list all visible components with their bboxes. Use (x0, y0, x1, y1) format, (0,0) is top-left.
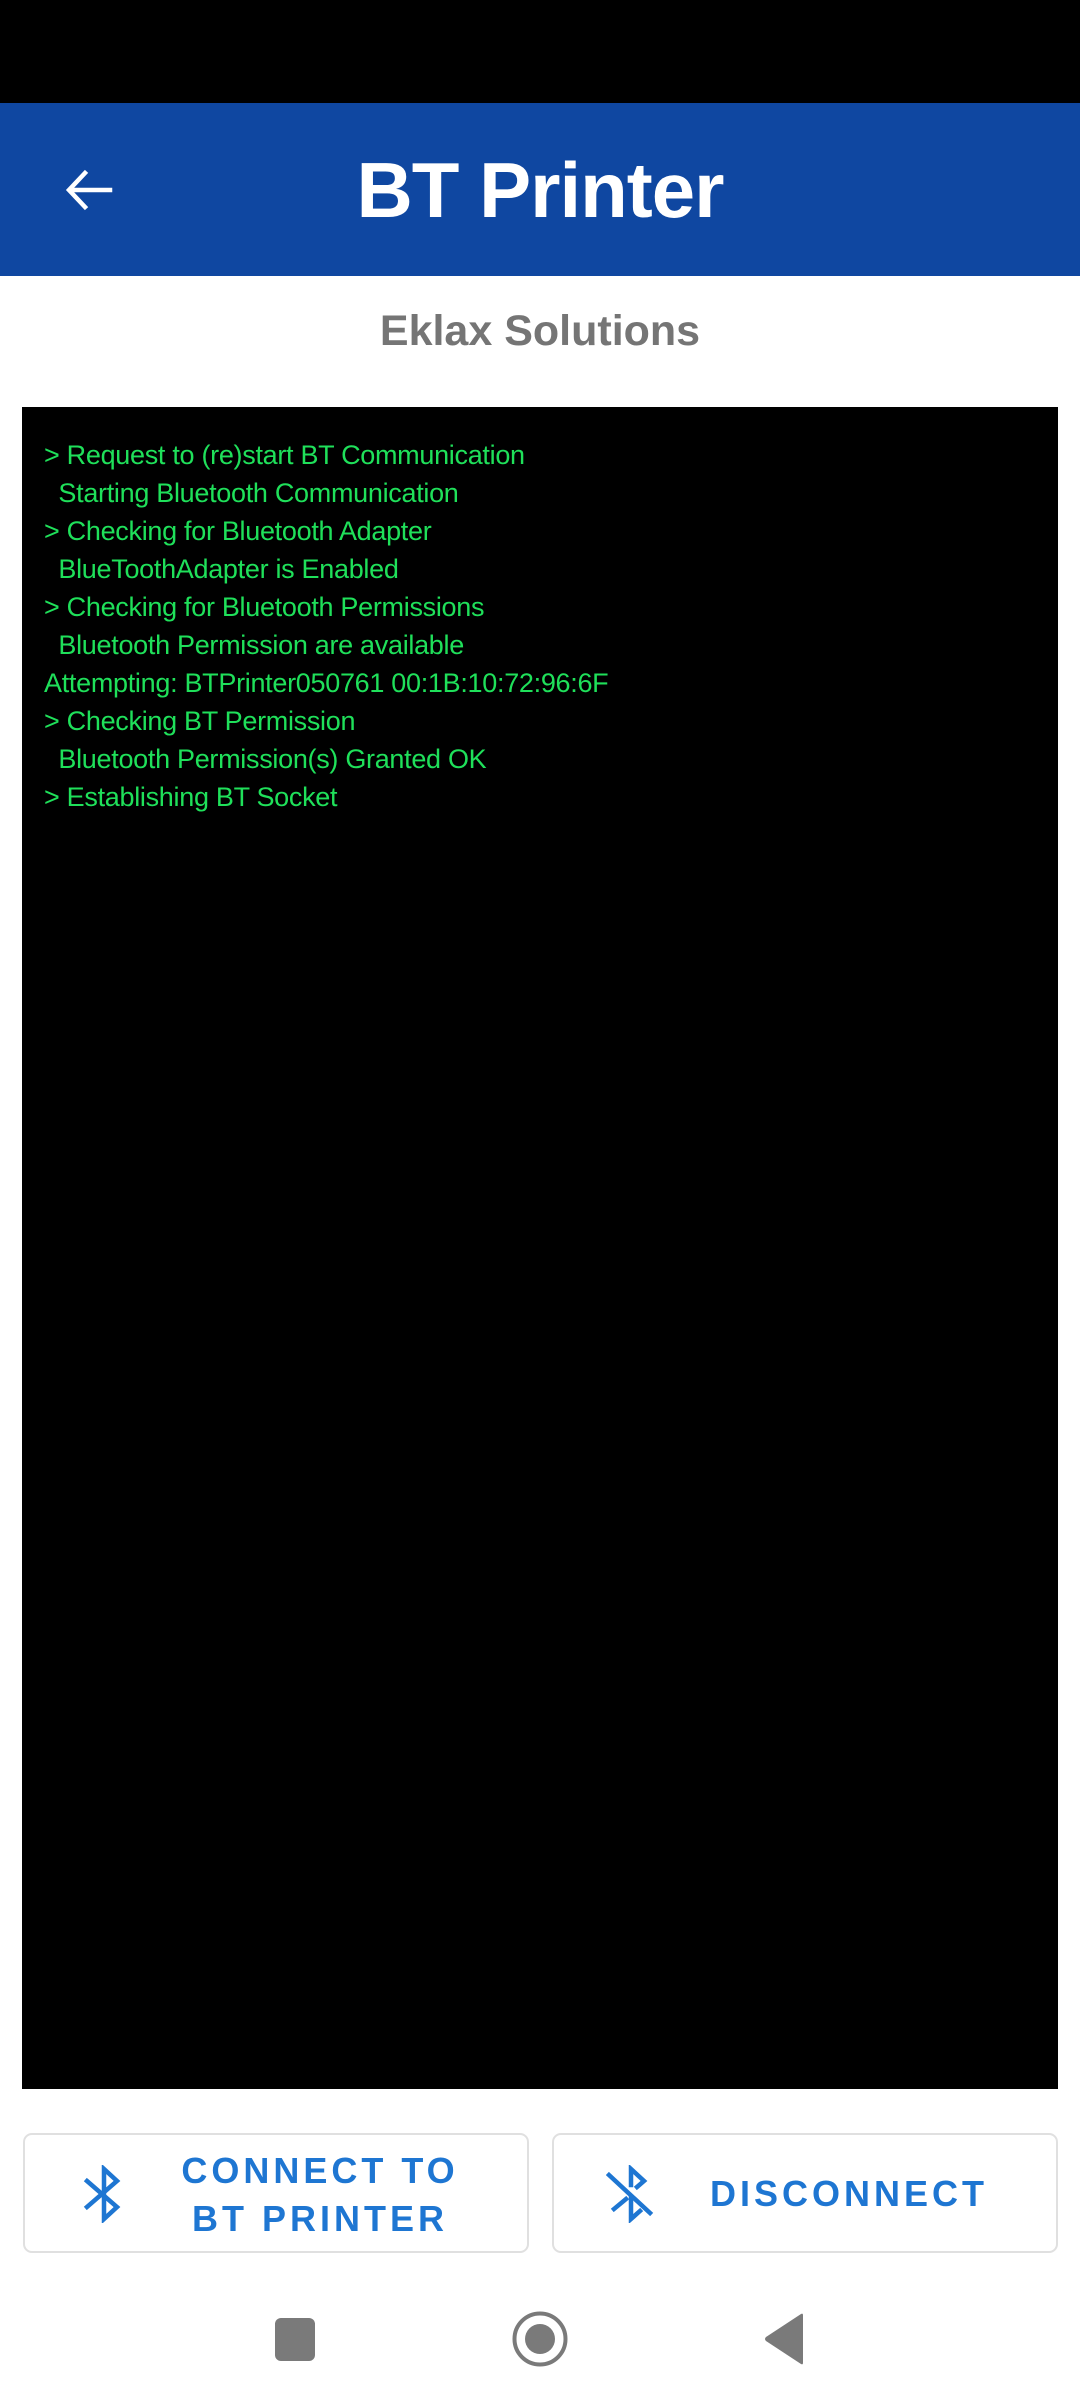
console-line: > Checking for Bluetooth Adapter (44, 516, 432, 546)
bluetooth-disabled-icon (606, 2165, 656, 2223)
connect-button-label: CONNECT TO BT PRINTER (155, 2147, 485, 2243)
connect-button[interactable]: CONNECT TO BT PRINTER (23, 2133, 529, 2253)
console-line: Starting Bluetooth Communication (44, 478, 459, 508)
disconnect-button-label: DISCONNECT (709, 2173, 988, 2214)
home-circle-icon[interactable] (511, 2310, 569, 2368)
console-lines: > Request to (re)start BT Communication … (44, 436, 609, 816)
console-line: BlueToothAdapter is Enabled (44, 554, 399, 584)
console-line: > Establishing BT Socket (44, 782, 338, 812)
back-triangle-icon[interactable] (762, 2312, 806, 2366)
company-subtitle: Eklax Solutions (379, 307, 701, 355)
system-nav-bar (0, 2276, 1080, 2400)
bluetooth-icon (79, 2165, 129, 2223)
recents-square-icon[interactable] (275, 2318, 315, 2361)
connect-label-line2: BT PRINTER (192, 2198, 448, 2239)
status-bar (0, 0, 1080, 103)
connect-label-line1: CONNECT TO (181, 2150, 459, 2191)
console-line: > Checking for Bluetooth Permissions (44, 592, 485, 622)
disconnect-button[interactable]: DISCONNECT (552, 2133, 1058, 2253)
console-line: Bluetooth Permission(s) Granted OK (44, 744, 487, 774)
page-title: BT Printer (356, 146, 724, 234)
console-line: Bluetooth Permission are available (44, 630, 464, 660)
console-log: > Request to (re)start BT Communication … (22, 407, 1058, 2089)
console-line: > Checking BT Permission (44, 706, 356, 736)
console-line: > Request to (re)start BT Communication (44, 440, 525, 470)
console-line: Attempting: BTPrinter050761 00:1B:10:72:… (44, 668, 609, 698)
